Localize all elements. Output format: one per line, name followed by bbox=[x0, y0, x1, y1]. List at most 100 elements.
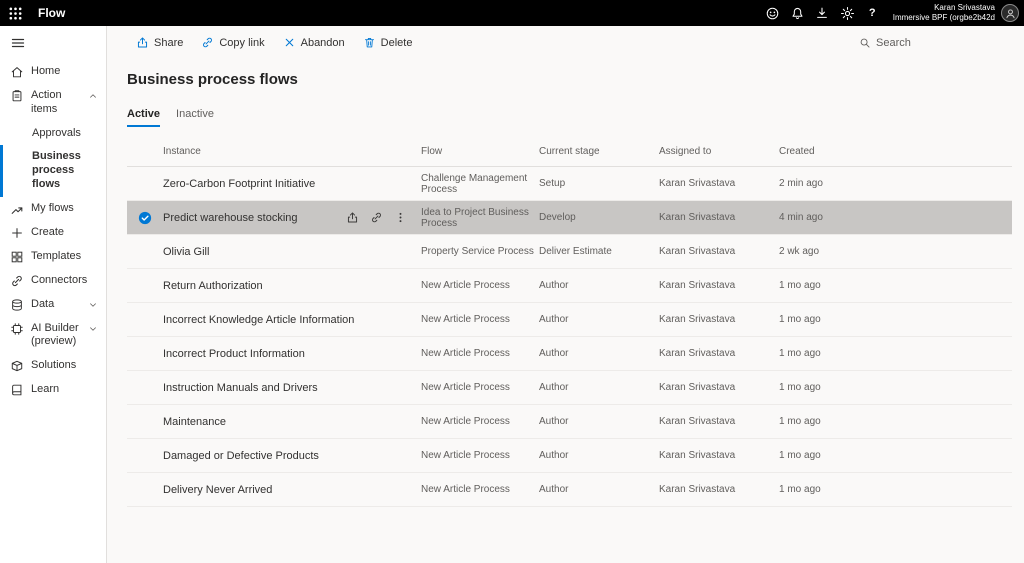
instance-cell: Delivery Never Arrived bbox=[163, 484, 421, 496]
settings-gear-icon[interactable] bbox=[835, 0, 860, 26]
table-row[interactable]: Incorrect Knowledge Article Information … bbox=[127, 303, 1012, 337]
connectors-icon bbox=[10, 274, 24, 288]
abandon-button[interactable]: Abandon bbox=[274, 33, 354, 52]
column-header-assigned-to[interactable]: Assigned to bbox=[659, 146, 779, 157]
account-user-name: Karan Srivastava bbox=[893, 3, 995, 13]
flow-cell: Idea to Project Business Process bbox=[421, 207, 539, 229]
search-input[interactable] bbox=[876, 37, 966, 49]
table-row[interactable]: Incorrect Product Information New Articl… bbox=[127, 337, 1012, 371]
plus-icon bbox=[10, 226, 24, 240]
assigned-to-cell: Karan Srivastava bbox=[659, 280, 779, 291]
table-row-selected[interactable]: Predict warehouse stocking Idea to Proje… bbox=[127, 201, 1012, 235]
search-icon bbox=[859, 37, 871, 49]
help-icon[interactable]: ? bbox=[860, 0, 885, 26]
created-cell: 1 mo ago bbox=[779, 416, 1012, 427]
sidebar-item-solutions[interactable]: Solutions bbox=[0, 354, 106, 378]
row-share-icon[interactable] bbox=[346, 211, 359, 224]
account-info[interactable]: Karan Srivastava Immersive BPF (orgbe2b4… bbox=[893, 3, 995, 23]
search-box[interactable] bbox=[859, 37, 966, 49]
sidebar-item-create[interactable]: Create bbox=[0, 221, 106, 245]
sidebar-item-approvals[interactable]: Approvals bbox=[0, 122, 106, 146]
created-cell: 1 mo ago bbox=[779, 450, 1012, 461]
column-header-created[interactable]: Created bbox=[779, 146, 1012, 157]
sidebar-item-business-process-flows[interactable]: Business process flows bbox=[0, 145, 106, 196]
assigned-to-cell: Karan Srivastava bbox=[659, 450, 779, 461]
column-header-flow[interactable]: Flow bbox=[421, 146, 539, 157]
page-layout: Home Action items Approvals Business pro… bbox=[0, 26, 1024, 563]
sidebar-item-label: Business process flows bbox=[32, 150, 102, 191]
sidebar-item-label: Connectors bbox=[31, 274, 102, 288]
table-row[interactable]: Maintenance New Article Process Author K… bbox=[127, 405, 1012, 439]
row-select-cell[interactable] bbox=[127, 211, 163, 225]
created-cell: 1 mo ago bbox=[779, 348, 1012, 359]
trash-icon bbox=[363, 36, 376, 49]
table-row[interactable]: Instruction Manuals and Drivers New Arti… bbox=[127, 371, 1012, 405]
sidebar-item-action-items[interactable]: Action items bbox=[0, 84, 106, 122]
copy-link-button[interactable]: Copy link bbox=[192, 33, 273, 52]
notifications-bell-icon[interactable] bbox=[785, 0, 810, 26]
link-icon bbox=[201, 36, 214, 49]
assigned-to-cell: Karan Srivastava bbox=[659, 348, 779, 359]
created-cell: 2 min ago bbox=[779, 178, 1012, 189]
flow-cell: New Article Process bbox=[421, 450, 539, 461]
sidebar-item-ai-builder[interactable]: AI Builder (preview) bbox=[0, 317, 106, 355]
share-button[interactable]: Share bbox=[127, 33, 192, 52]
assigned-to-cell: Karan Srivastava bbox=[659, 246, 779, 257]
feedback-smiley-icon[interactable] bbox=[760, 0, 785, 26]
home-icon bbox=[10, 65, 24, 79]
instance-cell: Maintenance bbox=[163, 416, 421, 428]
sidebar-item-my-flows[interactable]: My flows bbox=[0, 197, 106, 221]
instance-cell: Return Authorization bbox=[163, 280, 421, 292]
sidebar-item-home[interactable]: Home bbox=[0, 60, 106, 84]
database-icon bbox=[10, 298, 24, 312]
main-content: Share Copy link Abandon Delete Business … bbox=[107, 26, 1024, 563]
assigned-to-cell: Karan Srivastava bbox=[659, 314, 779, 325]
instance-cell: Olivia Gill bbox=[163, 246, 421, 258]
share-label: Share bbox=[154, 37, 183, 49]
created-cell: 1 mo ago bbox=[779, 484, 1012, 495]
avatar[interactable] bbox=[1001, 4, 1019, 22]
created-cell: 1 mo ago bbox=[779, 382, 1012, 393]
delete-button[interactable]: Delete bbox=[354, 33, 422, 52]
close-x-icon bbox=[283, 36, 296, 49]
table-row[interactable]: Return Authorization New Article Process… bbox=[127, 269, 1012, 303]
row-more-icon[interactable] bbox=[394, 211, 407, 224]
flow-cell: New Article Process bbox=[421, 314, 539, 325]
assigned-to-cell: Karan Srivastava bbox=[659, 382, 779, 393]
sidebar-item-label: AI Builder (preview) bbox=[31, 322, 81, 350]
sidebar-item-data[interactable]: Data bbox=[0, 293, 106, 317]
assigned-to-cell: Karan Srivastava bbox=[659, 178, 779, 189]
sidebar-item-label: Create bbox=[31, 226, 102, 240]
bpf-table: Instance Flow Current stage Assigned to … bbox=[127, 137, 1012, 507]
table-row[interactable]: Delivery Never Arrived New Article Proce… bbox=[127, 473, 1012, 507]
row-link-icon[interactable] bbox=[370, 211, 383, 224]
created-cell: 2 wk ago bbox=[779, 246, 1012, 257]
chevron-down-icon bbox=[88, 300, 98, 310]
flow-cell: New Article Process bbox=[421, 416, 539, 427]
table-row[interactable]: Damaged or Defective Products New Articl… bbox=[127, 439, 1012, 473]
solutions-box-icon bbox=[10, 359, 24, 373]
sidebar-toggle-hamburger-icon[interactable] bbox=[0, 26, 106, 60]
app-launcher-icon[interactable] bbox=[0, 0, 30, 26]
tab-inactive[interactable]: Inactive bbox=[176, 108, 214, 127]
column-header-instance[interactable]: Instance bbox=[163, 146, 421, 157]
current-stage-cell: Develop bbox=[539, 212, 659, 223]
sidebar-item-templates[interactable]: Templates bbox=[0, 245, 106, 269]
copy-link-label: Copy link bbox=[219, 37, 264, 49]
flow-cell: Challenge Management Process bbox=[421, 173, 539, 195]
abandon-label: Abandon bbox=[301, 37, 345, 49]
book-icon bbox=[10, 383, 24, 397]
account-environment: Immersive BPF (orgbe2b42d bbox=[893, 13, 995, 23]
tab-active[interactable]: Active bbox=[127, 108, 160, 127]
sidebar-item-connectors[interactable]: Connectors bbox=[0, 269, 106, 293]
current-stage-cell: Setup bbox=[539, 178, 659, 189]
sidebar: Home Action items Approvals Business pro… bbox=[0, 26, 107, 563]
instance-cell: Instruction Manuals and Drivers bbox=[163, 382, 421, 394]
assigned-to-cell: Karan Srivastava bbox=[659, 212, 779, 223]
sidebar-item-learn[interactable]: Learn bbox=[0, 378, 106, 402]
column-header-current-stage[interactable]: Current stage bbox=[539, 146, 659, 157]
flow-cell: New Article Process bbox=[421, 382, 539, 393]
table-row[interactable]: Olivia Gill Property Service Process Del… bbox=[127, 235, 1012, 269]
table-row[interactable]: Zero-Carbon Footprint Initiative Challen… bbox=[127, 167, 1012, 201]
download-icon[interactable] bbox=[810, 0, 835, 26]
